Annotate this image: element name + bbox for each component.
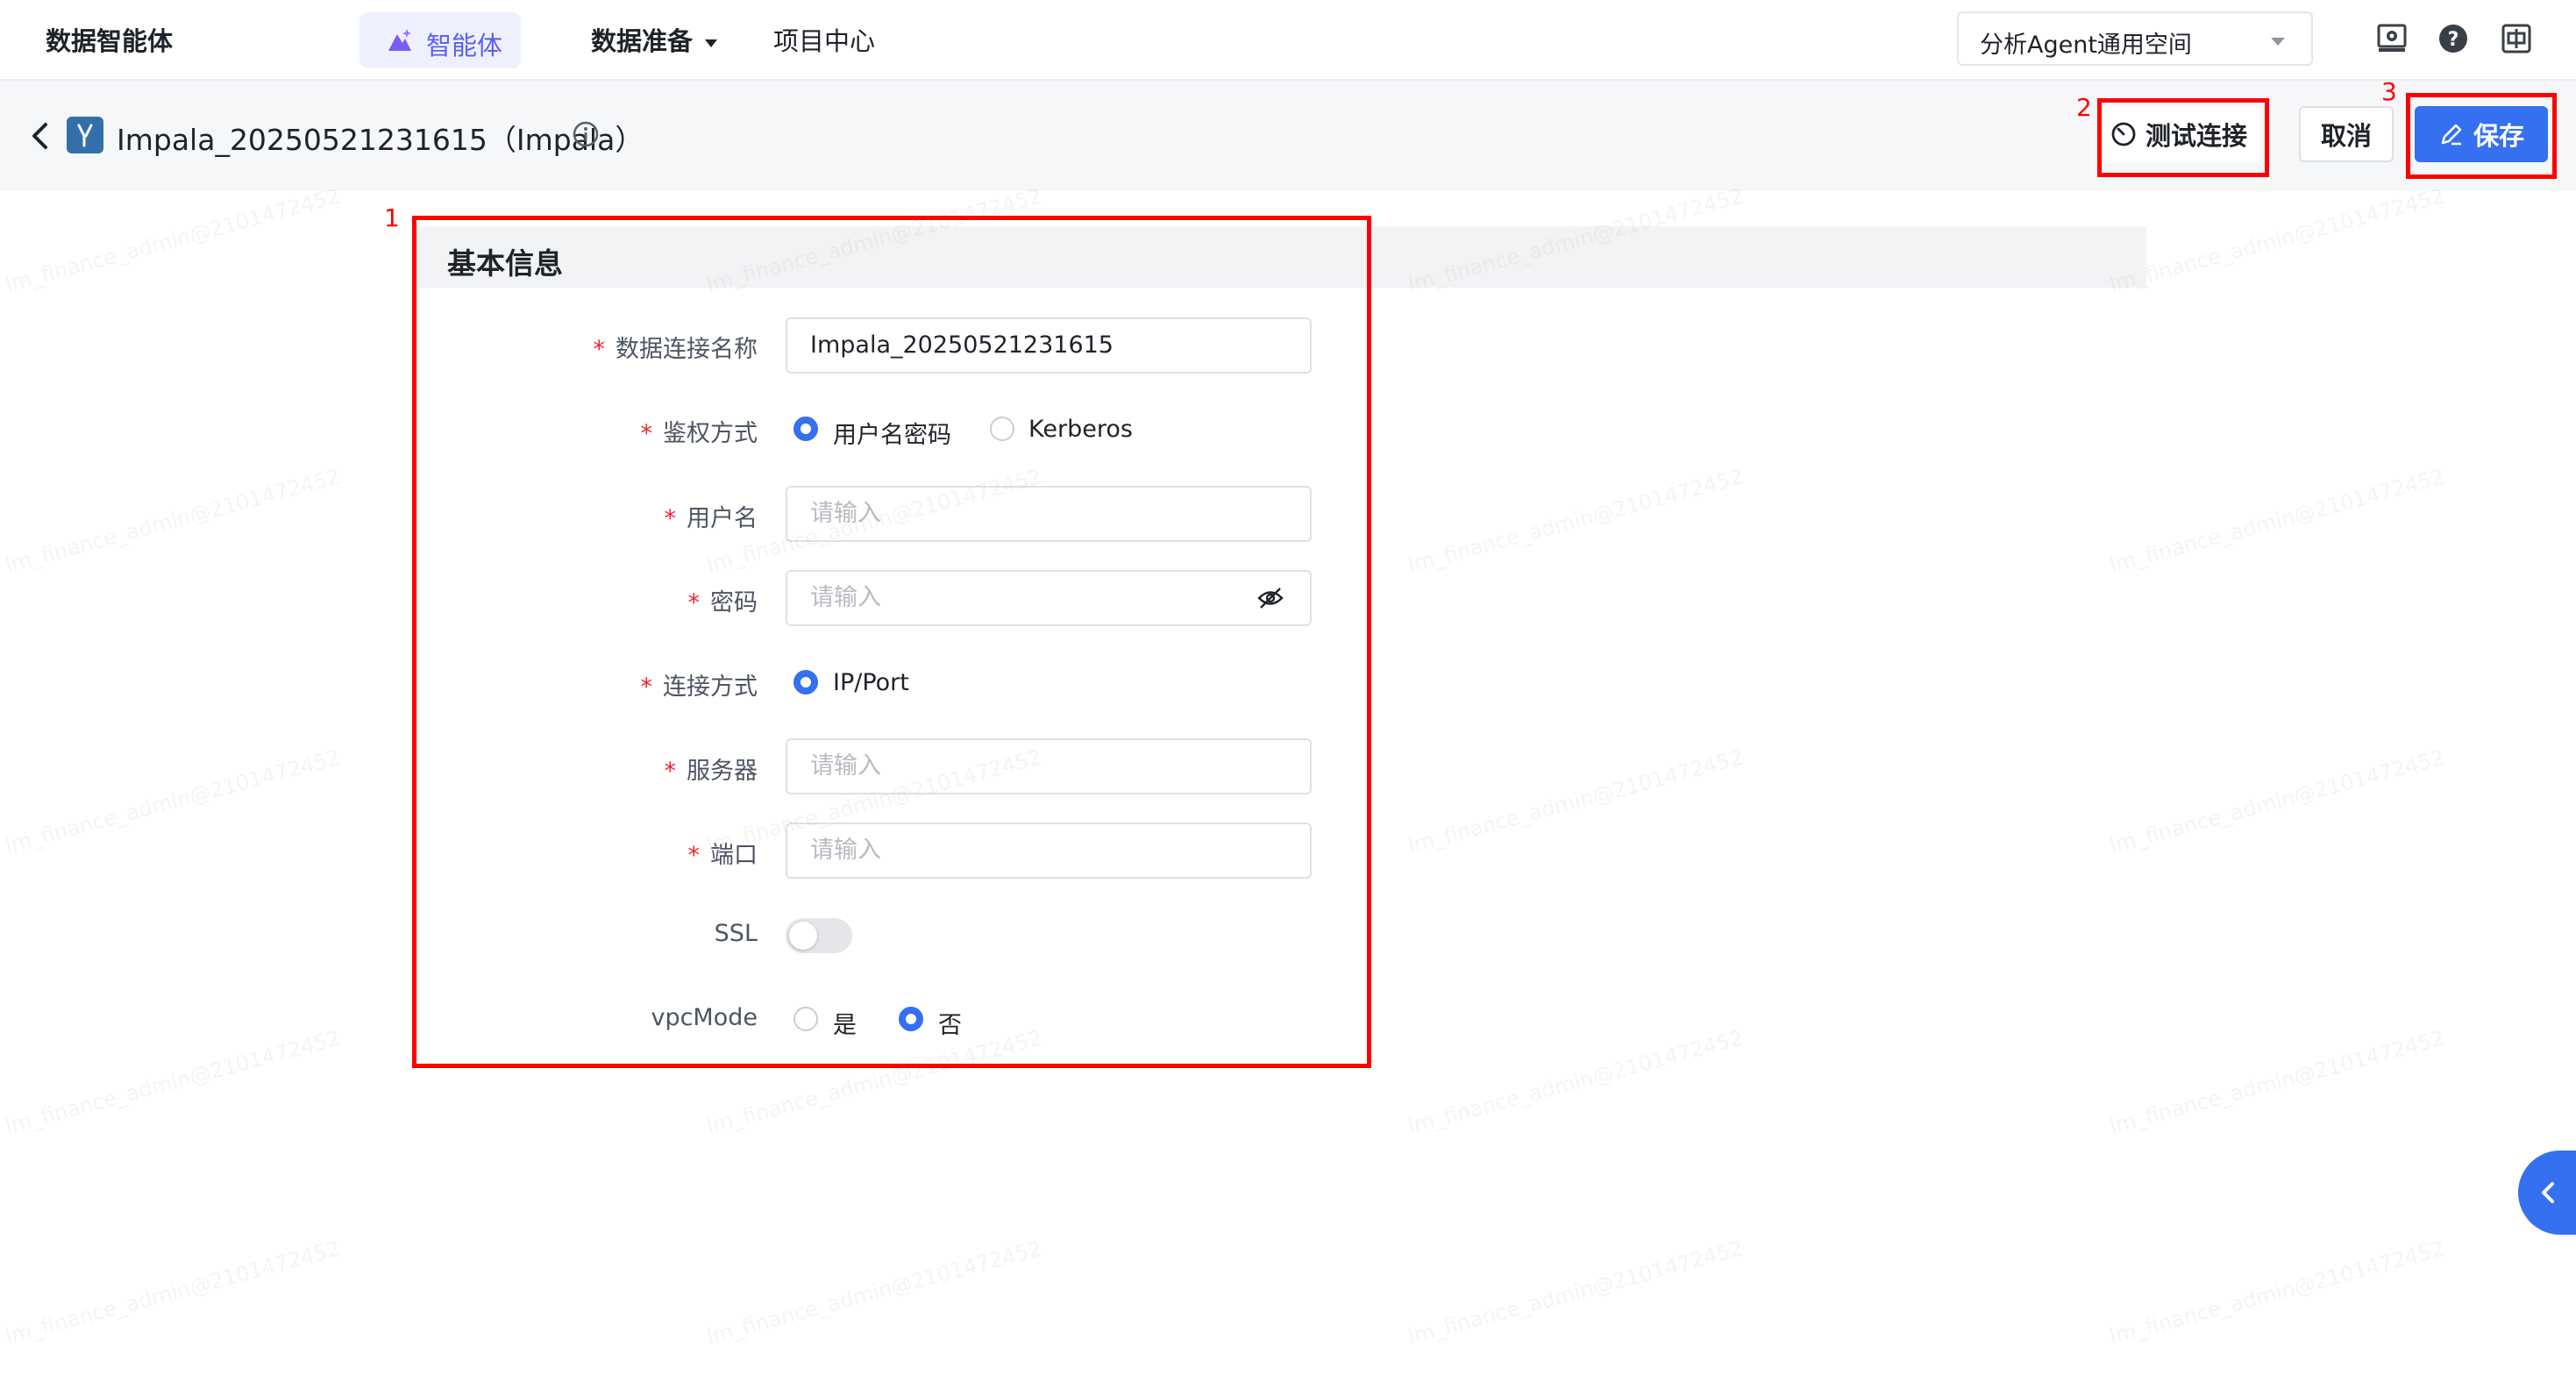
info-icon[interactable] — [572, 120, 600, 148]
chevron-left-icon — [2542, 1182, 2554, 1203]
watermark: lm_finance_admin@2101472452 — [3, 1025, 344, 1139]
watermark: lm_finance_admin@2101472452 — [704, 1236, 1045, 1350]
annotation-label-1: 1 — [384, 203, 400, 232]
impala-datasource-icon — [67, 117, 103, 153]
cancel-button[interactable]: 取消 — [2299, 106, 2394, 162]
side-panel-toggle[interactable] — [2518, 1151, 2576, 1235]
nav-item-project-center[interactable]: 项目中心 — [773, 21, 875, 58]
language-icon[interactable] — [2501, 23, 2532, 54]
watermark: lm_finance_admin@2101472452 — [2107, 464, 2448, 578]
watermark: lm_finance_admin@2101472452 — [2107, 183, 2448, 297]
svg-text:?: ? — [2448, 29, 2459, 51]
nav-tab-agent[interactable]: 智能体 — [359, 12, 521, 68]
annotation-label-2: 2 — [2076, 93, 2092, 122]
nav-menu-data-prep-label: 数据准备 — [591, 26, 694, 56]
brand-title: 数据智能体 — [46, 26, 174, 56]
nav-menu-data-prep[interactable]: 数据准备 — [591, 21, 718, 58]
annotation-box-2 — [2097, 98, 2269, 177]
page-title: Impala_20250521231615（Impala） — [117, 123, 644, 157]
back-arrow-icon[interactable] — [28, 121, 51, 151]
annotation-box-3 — [2406, 93, 2557, 179]
watermark: lm_finance_admin@2101472452 — [1405, 1025, 1747, 1139]
annotation-box-1 — [412, 216, 1371, 1068]
watermark: lm_finance_admin@2101472452 — [2107, 744, 2448, 858]
watermark: lm_finance_admin@2101472452 — [3, 464, 344, 578]
workspace-select-value: 分析Agent通用空间 — [1980, 32, 2192, 59]
caret-down-icon — [705, 39, 718, 47]
watermark: lm_finance_admin@2101472452 — [1405, 744, 1747, 858]
annotation-label-3: 3 — [2381, 77, 2397, 106]
watermark: lm_finance_admin@2101472452 — [1405, 464, 1747, 578]
watermark: lm_finance_admin@2101472452 — [3, 183, 344, 297]
workspace-select[interactable]: 分析Agent通用空间 — [1957, 11, 2313, 66]
help-icon[interactable]: ? — [2437, 23, 2469, 54]
nav-tab-agent-label: 智能体 — [426, 31, 503, 61]
caret-down-icon — [2271, 38, 2285, 46]
watermark: lm_finance_admin@2101472452 — [3, 1236, 344, 1350]
top-navigation: 数据智能体 智能体 数据准备 项目中心 分析Agent通用空间 ? — [0, 0, 2576, 81]
watermark: lm_finance_admin@2101472452 — [2107, 1025, 2448, 1139]
watermark: lm_finance_admin@2101472452 — [1405, 1236, 1747, 1350]
watermark: lm_finance_admin@2101472452 — [2107, 1236, 2448, 1350]
agent-sparkle-icon — [388, 29, 411, 51]
watermark: lm_finance_admin@2101472452 — [3, 744, 344, 858]
settings-screen-icon[interactable] — [2376, 23, 2408, 54]
